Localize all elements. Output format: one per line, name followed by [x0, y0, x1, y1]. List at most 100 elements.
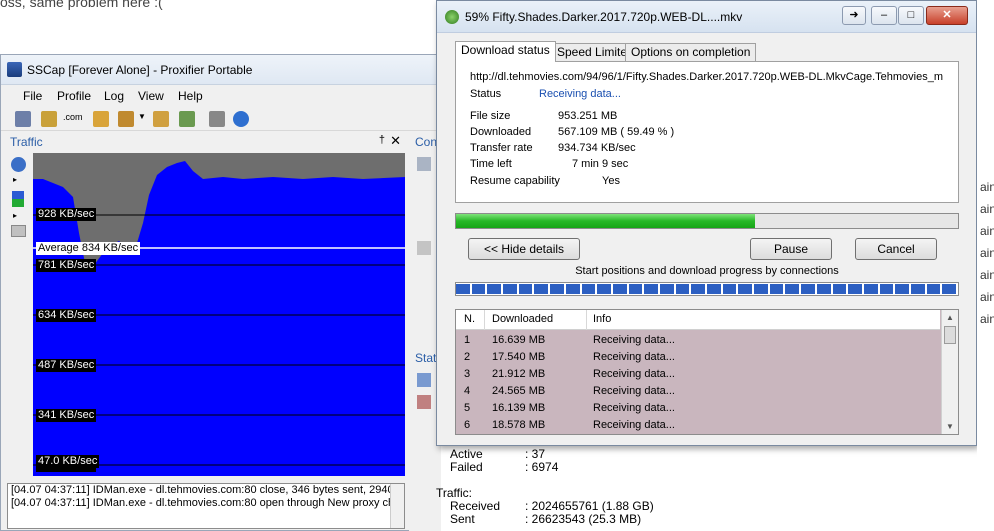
transfer-rate-label: Transfer rate: [470, 142, 533, 154]
menu-file[interactable]: File: [23, 89, 42, 103]
header-n[interactable]: N.: [464, 313, 475, 325]
menu-profile[interactable]: Profile: [57, 89, 91, 103]
stat-active-label: Active: [450, 447, 483, 461]
connection-row[interactable]: 4 24.565 MB Receiving data...: [456, 383, 940, 400]
open-profile-icon[interactable]: [15, 111, 31, 127]
y-label-634: 634 KB/sec: [36, 309, 97, 322]
connection-segment: [487, 284, 502, 294]
connection-segment: [832, 284, 847, 294]
proxifier-title: SSCap [Forever Alone] - Proxifier Portab…: [27, 63, 253, 77]
cancel-button[interactable]: Cancel: [855, 238, 937, 260]
pin-icon[interactable]: †: [379, 134, 385, 146]
connection-segment: [801, 284, 815, 294]
tab-download-status[interactable]: Download status: [455, 41, 556, 62]
minimize-button[interactable]: –: [871, 6, 897, 25]
connection-segment: [769, 284, 784, 294]
stat-sent-value: : 26623543 (25.3 MB): [525, 512, 642, 526]
proxy-servers-icon[interactable]: [41, 111, 57, 127]
clear-icon[interactable]: [11, 225, 26, 237]
options-icon[interactable]: [153, 111, 169, 127]
connection-segment: [597, 284, 611, 294]
connection-segment: [895, 284, 909, 294]
connection-segment: [565, 284, 580, 294]
connection-segment: [738, 284, 753, 294]
connection-info: Receiving data...: [593, 351, 675, 363]
y-label-341: 341 KB/sec: [36, 409, 97, 422]
download-progress-bar: [455, 213, 959, 229]
proxification-rules-icon[interactable]: [93, 111, 109, 127]
stat-copy-icon[interactable]: [417, 373, 431, 387]
edge-text: ain: [980, 312, 994, 326]
traffic-graph: 928 KB/sec Average 834 KB/sec 781 KB/sec…: [33, 153, 405, 476]
connection-segment: [722, 284, 737, 294]
speed-icon[interactable]: [11, 157, 26, 172]
column-separator: [484, 310, 485, 330]
close-panel-icon[interactable]: ✕: [390, 133, 401, 149]
scroll-thumb[interactable]: [944, 326, 956, 344]
background-window-edge: [977, 0, 994, 531]
connection-row[interactable]: 2 17.540 MB Receiving data...: [456, 349, 940, 366]
menu-log[interactable]: Log: [104, 89, 124, 103]
name-resolution-icon[interactable]: .com: [63, 112, 83, 122]
connection-segment: [691, 284, 705, 294]
y-label-487: 487 KB/sec: [36, 359, 97, 372]
log-scrollbar[interactable]: [390, 484, 404, 528]
file-size-value: 953.251 MB: [558, 110, 618, 122]
stat-traffic-label: Traffic:: [436, 486, 473, 500]
connection-row[interactable]: 5 16.139 MB Receiving data...: [456, 400, 940, 417]
idm-titlebar[interactable]: 59% Fifty.Shades.Darker.2017.720p.WEB-DL…: [437, 1, 976, 33]
connection-segment: [550, 284, 564, 294]
scroll-down-icon[interactable]: ▼: [946, 422, 954, 431]
expand-arrow-icon[interactable]: ▸: [13, 175, 17, 184]
proxifier-titlebar[interactable]: SSCap [Forever Alone] - Proxifier Portab…: [1, 55, 439, 85]
edge-text: ain: [980, 246, 994, 260]
print-icon[interactable]: [209, 111, 225, 127]
connection-row[interactable]: 6 18.578 MB Receiving data...: [456, 417, 940, 434]
connection-segment: [910, 284, 925, 294]
minimize-to-tray-button[interactable]: ➜: [842, 6, 866, 25]
header-downloaded[interactable]: Downloaded: [492, 313, 553, 325]
conn-close-icon[interactable]: [417, 241, 431, 255]
connection-segment: [628, 284, 643, 294]
hide-details-button[interactable]: << Hide details: [468, 238, 580, 260]
average-label: Average 834 KB/sec: [36, 242, 141, 255]
connection-downloaded: 21.912 MB: [492, 368, 546, 380]
tab-options-on-completion[interactable]: Options on completion: [625, 43, 757, 61]
y-label-781: 781 KB/sec: [36, 259, 97, 272]
connection-segment: [942, 284, 956, 294]
stat-clear-icon[interactable]: [417, 395, 431, 409]
resume-capability-label: Resume capability: [470, 175, 560, 187]
expand-arrow-icon-2[interactable]: ▸: [13, 211, 17, 220]
pause-button[interactable]: Pause: [750, 238, 832, 260]
conn-tool-icon[interactable]: [417, 157, 431, 171]
scroll-up-icon[interactable]: ▲: [946, 313, 954, 322]
y-label-928: 928 KB/sec: [36, 208, 97, 221]
idm-download-dialog: 59% Fifty.Shades.Darker.2017.720p.WEB-DL…: [436, 0, 977, 446]
menu-help[interactable]: Help: [178, 89, 203, 103]
connection-downloaded: 18.578 MB: [492, 419, 546, 431]
stat-failed-value: : 6974: [525, 460, 559, 474]
updown-icon[interactable]: [12, 191, 24, 207]
connection-row[interactable]: 3 21.912 MB Receiving data...: [456, 366, 940, 383]
time-left-value: 7 min 9 sec: [572, 158, 629, 170]
connection-n: 5: [464, 402, 471, 414]
close-button[interactable]: ✕: [926, 6, 968, 25]
connections-scrollbar[interactable]: ▲ ▼: [941, 310, 958, 434]
log-line: [04.07 04:37:11] IDMan.exe - dl.tehmovie…: [11, 484, 394, 496]
connection-n: 1: [464, 334, 471, 346]
edge-text: ain: [980, 224, 994, 238]
maximize-button[interactable]: □: [898, 6, 924, 25]
stat-received-value: : 2024655761 (1.88 GB): [525, 499, 654, 513]
header-info[interactable]: Info: [593, 313, 611, 325]
connection-downloaded: 16.639 MB: [492, 334, 546, 346]
resume-capability-value: Yes: [602, 175, 620, 187]
checklist-icon[interactable]: [179, 111, 195, 127]
connections-caption: Start positions and download progress by…: [575, 265, 839, 277]
log-panel[interactable]: [04.07 04:37:11] IDMan.exe - dl.tehmovie…: [7, 483, 405, 529]
dropdown-arrow-icon[interactable]: ▼: [138, 112, 146, 121]
menu-view[interactable]: View: [138, 89, 164, 103]
help-icon[interactable]: [233, 111, 249, 127]
edge-text: ain: [980, 290, 994, 304]
advanced-icon[interactable]: [118, 111, 134, 127]
connection-row[interactable]: 1 16.639 MB Receiving data...: [456, 332, 940, 349]
